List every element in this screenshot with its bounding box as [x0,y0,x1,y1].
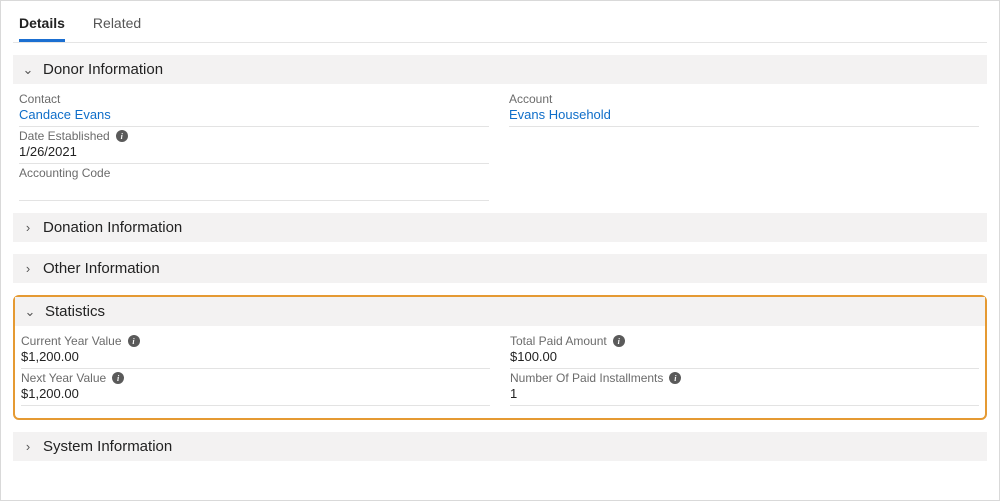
section-donation-information: › Donation Information [13,213,987,242]
section-header-system-information[interactable]: › System Information [13,432,987,461]
field-account: Account Evans Household [509,92,979,127]
field-label: Account [509,92,979,106]
field-label: Current Year Value i [21,334,490,348]
field-row: Next Year Value i $1,200.00 Number Of Pa… [21,371,979,406]
section-header-donor-information[interactable]: ⌄ Donor Information [13,55,987,84]
field-number-of-paid-installments: Number Of Paid Installments i 1 [510,371,979,406]
section-title: Donation Information [43,219,182,236]
field-label: Contact [19,92,489,106]
contact-link[interactable]: Candace Evans [19,107,489,127]
section-body: Contact Candace Evans Account Evans Hous… [13,84,987,201]
label-text: Next Year Value [21,371,106,385]
chevron-right-icon: › [21,439,35,454]
tab-details[interactable]: Details [19,9,65,42]
section-donor-information: ⌄ Donor Information Contact Candace Evan… [13,55,987,201]
label-text: Total Paid Amount [510,334,607,348]
label-text: Current Year Value [21,334,122,348]
field-label: Date Established i [19,129,489,143]
field-label: Number Of Paid Installments i [510,371,979,385]
info-icon: i [112,372,124,384]
info-icon: i [128,335,140,347]
field-value: 1 [510,386,979,406]
field-label: Accounting Code [19,166,489,180]
field-accounting-code: Accounting Code [19,166,489,201]
highlight-box-statistics: ⌄ Statistics Current Year Value i $1,200… [13,295,987,420]
label-text: Date Established [19,129,110,143]
field-value [19,181,489,201]
section-statistics: ⌄ Statistics Current Year Value i $1,200… [15,297,985,418]
section-title: Donor Information [43,61,163,78]
label-text: Number Of Paid Installments [510,371,663,385]
field-next-year-value: Next Year Value i $1,200.00 [21,371,490,406]
field-value: $1,200.00 [21,386,490,406]
field-row: Accounting Code [19,166,981,201]
section-title: Statistics [45,303,105,320]
field-current-year-value: Current Year Value i $1,200.00 [21,334,490,369]
field-label: Total Paid Amount i [510,334,979,348]
chevron-down-icon: ⌄ [23,304,37,320]
section-title: Other Information [43,260,160,277]
account-link[interactable]: Evans Household [509,107,979,127]
section-header-statistics[interactable]: ⌄ Statistics [15,297,985,326]
section-header-other-information[interactable]: › Other Information [13,254,987,283]
section-body: Current Year Value i $1,200.00 Total Pai… [15,326,985,418]
section-title: System Information [43,438,172,455]
tab-related[interactable]: Related [93,9,141,42]
record-page: Details Related ⌄ Donor Information Cont… [0,0,1000,501]
section-other-information: › Other Information [13,254,987,283]
field-empty [509,166,979,201]
chevron-right-icon: › [21,220,35,235]
field-label: Next Year Value i [21,371,490,385]
field-value: $100.00 [510,349,979,369]
info-icon: i [116,130,128,142]
field-value: 1/26/2021 [19,144,489,164]
field-value: $1,200.00 [21,349,490,369]
field-row: Date Established i 1/26/2021 [19,129,981,164]
chevron-down-icon: ⌄ [21,62,35,78]
section-header-donation-information[interactable]: › Donation Information [13,213,987,242]
field-contact: Contact Candace Evans [19,92,489,127]
chevron-right-icon: › [21,261,35,276]
field-row: Contact Candace Evans Account Evans Hous… [19,92,981,127]
field-date-established: Date Established i 1/26/2021 [19,129,489,164]
info-icon: i [613,335,625,347]
info-icon: i [669,372,681,384]
field-empty [509,129,979,164]
tab-bar: Details Related [13,9,987,43]
section-system-information: › System Information [13,432,987,461]
field-row: Current Year Value i $1,200.00 Total Pai… [21,334,979,369]
field-total-paid-amount: Total Paid Amount i $100.00 [510,334,979,369]
